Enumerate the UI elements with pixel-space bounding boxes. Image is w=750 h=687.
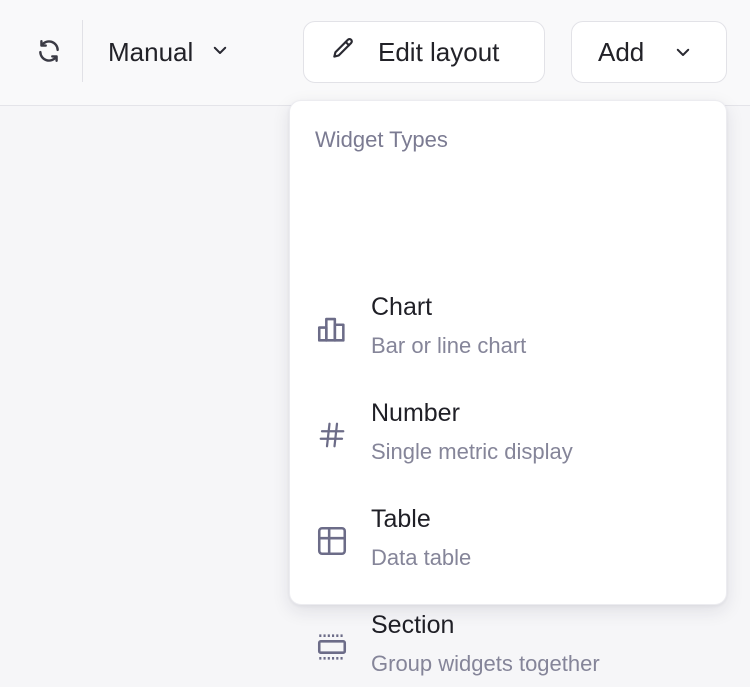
refresh-icon bbox=[36, 38, 62, 69]
menu-item-description: Group widgets together bbox=[371, 651, 600, 676]
toolbar: Manual Edit layout Add bbox=[0, 0, 750, 106]
toolbar-divider bbox=[82, 20, 83, 82]
widget-types-menu: Widget Types Chart Bar or line chart Num… bbox=[289, 100, 728, 676]
refresh-mode-select[interactable]: Manual bbox=[100, 26, 268, 78]
chevron-down-icon bbox=[674, 37, 692, 68]
menu-item-chart[interactable]: Chart Bar or line chart bbox=[290, 283, 728, 369]
menu-item-name: Number bbox=[371, 399, 460, 427]
menu-item-section[interactable]: Section Group widgets together bbox=[290, 601, 728, 687]
table-icon bbox=[314, 523, 350, 559]
menu-item-name: Section bbox=[371, 611, 455, 639]
pencil-icon bbox=[330, 36, 356, 69]
menu-item-description: Data table bbox=[371, 545, 472, 570]
menu-item-name: Table bbox=[371, 505, 431, 533]
section-icon bbox=[314, 629, 350, 665]
menu-item-name: Chart bbox=[371, 293, 433, 321]
menu-item-number[interactable]: Number Single metric display bbox=[290, 389, 728, 475]
edit-layout-button[interactable]: Edit layout bbox=[303, 21, 545, 83]
add-button[interactable]: Add bbox=[571, 21, 727, 83]
bar-chart-icon bbox=[314, 311, 350, 347]
refresh-button[interactable] bbox=[32, 36, 66, 70]
menu-heading: Widget Types bbox=[315, 127, 448, 152]
refresh-mode-label: Manual bbox=[108, 36, 194, 67]
menu-item-table[interactable]: Table Data table bbox=[290, 495, 728, 581]
hash-icon bbox=[314, 417, 350, 453]
menu-item-description: Single metric display bbox=[371, 439, 573, 464]
edit-layout-label: Edit layout bbox=[378, 36, 500, 67]
add-label: Add bbox=[598, 36, 645, 67]
chevron-down-icon bbox=[211, 41, 229, 64]
menu-item-description: Bar or line chart bbox=[371, 333, 527, 358]
